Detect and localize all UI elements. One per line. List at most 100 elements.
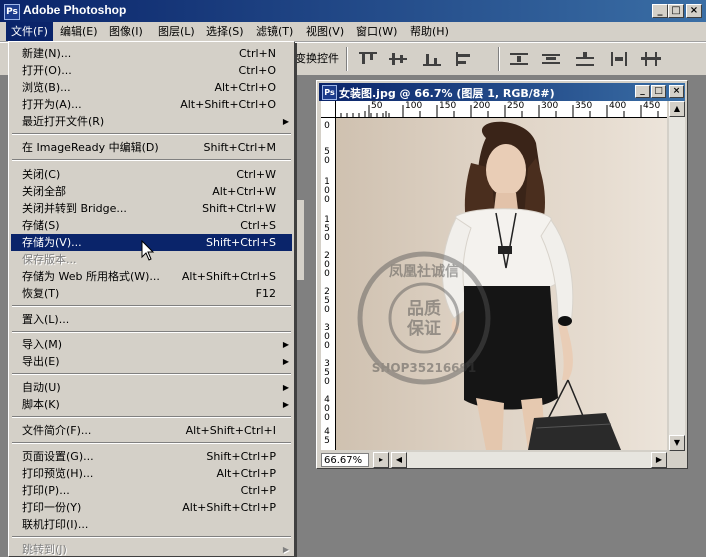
distribute-top-icon[interactable] [508,51,530,67]
ruler-tick-label: 400 [609,101,627,111]
submenu-arrow-icon: ▶ [282,357,289,366]
document-title-bar[interactable]: Ps 女装图.jpg @ 66.7% (图层 1, RGB/8#) _ □ × [319,83,685,101]
ruler-tick-label: 0 [324,121,330,131]
document-window[interactable]: Ps 女装图.jpg @ 66.7% (图层 1, RGB/8#) _ □ × … [316,80,688,469]
menu-item-export[interactable]: 导出(E) ▶ [11,353,292,370]
menu-item-import[interactable]: 导入(M) ▶ [11,336,292,353]
menu-item-label: 关闭并转到 Bridge... [22,202,127,215]
ruler-tick-label: 250 [507,101,525,111]
menu-view[interactable]: 视图(V) [301,22,349,41]
zoom-level-field[interactable]: 66.67% [321,453,369,467]
menu-filter[interactable]: 滤镜(T) [251,22,298,41]
menu-item-print-preview[interactable]: 打印预览(H)... Alt+Ctrl+P [11,465,292,482]
menu-item-label: 打印预览(H)... [22,467,94,480]
menu-item-automate[interactable]: 自动(U) ▶ [11,379,292,396]
submenu-arrow-icon: ▶ [282,545,289,554]
menu-window[interactable]: 窗口(W) [351,22,402,41]
menu-item-open-as[interactable]: 打开为(A)... Alt+Shift+Ctrl+O [11,96,292,113]
align-left-edges-icon[interactable] [454,51,476,67]
app-title: Adobe Photoshop [23,3,127,17]
menu-item-revert[interactable]: 恢复(T) F12 [11,285,292,302]
menu-file[interactable]: 文件(F) [6,22,53,41]
ruler-origin[interactable] [321,101,336,118]
menu-layer[interactable]: 图层(L) [153,22,200,41]
menu-image[interactable]: 图像(I) [104,22,148,41]
ruler-tick-label: 300 [541,101,559,111]
menu-bar: 文件(F) 编辑(E) 图像(I) 图层(L) 选择(S) 滤镜(T) 视图(V… [0,22,706,42]
status-menu-icon[interactable]: ▸ [373,452,389,468]
ruler-tick-label: 50 [371,101,383,111]
file-menu-dropdown: 新建(N)... Ctrl+N 打开(O)... Ctrl+O 浏览(B)... Al… [8,41,295,557]
watermark-seal: 品质 保证 凤凰社诚信 SHOP35216691 [357,251,491,385]
menu-separator [12,159,291,161]
maximize-button[interactable]: □ [668,4,684,18]
close-button[interactable]: × [686,4,702,18]
menu-item-edit-in-imageready[interactable]: 在 ImageReady 中编辑(D) Shift+Ctrl+M [11,139,292,156]
ruler-tick-label: 0 [324,195,330,205]
menu-item-open[interactable]: 打开(O)... Ctrl+O [11,62,292,79]
menu-item-new[interactable]: 新建(N)... Ctrl+N [11,45,292,62]
menu-item-close-all[interactable]: 关闭全部 Alt+Ctrl+W [11,183,292,200]
menu-item-scripts[interactable]: 脚本(K) ▶ [11,396,292,413]
menu-item-print-online[interactable]: 联机打印(I)... [11,516,292,533]
menu-item-browse[interactable]: 浏览(B)... Alt+Ctrl+O [11,79,292,96]
mouse-cursor-icon [141,240,155,261]
align-top-edges-icon[interactable] [357,51,379,67]
horizontal-scrollbar[interactable]: ◀ ▶ [391,452,667,468]
transform-controls-checkbox[interactable]: 变换控件 [291,49,343,69]
menu-item-label: 关闭(C) [22,168,61,181]
scroll-right-arrow-icon[interactable]: ▶ [651,452,667,468]
ruler-horizontal[interactable]: 50 100 150 200 250 300 350 400 450 [321,101,667,118]
distribute-horizontal-icon[interactable] [608,51,630,67]
ruler-tick-label: 350 [575,101,593,111]
menu-item-shortcut: Ctrl+N [238,47,276,60]
menu-item-label: 最近打开文件(R) [22,115,105,128]
minimize-button[interactable]: _ [652,4,668,18]
menu-item-file-info[interactable]: 文件简介(F)... Alt+Shift+Ctrl+I [11,422,292,439]
options-separator [498,47,500,71]
menu-item-label: 打印一份(Y) [22,501,82,514]
vertical-scrollbar[interactable]: ▲ ▼ [669,101,685,451]
menu-item-open-recent[interactable]: 最近打开文件(R) ▶ [11,113,292,130]
doc-maximize-button[interactable]: □ [651,85,666,98]
align-vertical-centers-icon[interactable] [387,51,409,67]
distribute-vertical-centers-icon[interactable] [540,51,562,67]
ruler-tick-label: 0 [324,233,330,243]
submenu-arrow-icon: ▶ [282,400,289,409]
ruler-vertical[interactable]: 0 5 0 1 0 0 1 5 0 2 0 0 2 5 0 3 0 0 3 5 … [321,118,336,450]
distribute-right-icon[interactable] [640,51,662,67]
menu-select[interactable]: 选择(S) [201,22,249,41]
distribute-bottom-icon[interactable] [574,51,596,67]
menu-item-label: 保存版本... [22,253,77,266]
menu-item-close-go-to-bridge[interactable]: 关闭并转到 Bridge... Shift+Ctrl+W [11,200,292,217]
menu-item-place[interactable]: 置入(L)... [11,311,292,328]
doc-close-button[interactable]: × [669,85,684,98]
menu-separator [12,373,291,375]
submenu-arrow-icon: ▶ [282,383,289,392]
menu-item-save[interactable]: 存储(S) Ctrl+S [11,217,292,234]
app-title-bar[interactable]: Ps Adobe Photoshop _ □ × [0,0,706,22]
menu-item-print[interactable]: 打印(P)... Ctrl+P [11,482,292,499]
scroll-up-arrow-icon[interactable]: ▲ [669,101,685,117]
menu-separator [12,442,291,444]
menu-item-save-for-web[interactable]: 存储为 Web 所用格式(W)... Alt+Shift+Ctrl+S [11,268,292,285]
menu-item-shortcut: Shift+Ctrl+P [206,450,276,463]
menu-item-label: 打印(P)... [22,484,70,497]
menu-item-print-one-copy[interactable]: 打印一份(Y) Alt+Shift+Ctrl+P [11,499,292,516]
align-bottom-edges-icon[interactable] [421,51,443,67]
image-canvas[interactable]: 品质 保证 凤凰社诚信 SHOP35216691 [336,118,667,450]
ruler-tick-label: 200 [473,101,491,111]
photoshop-icon: Ps [4,4,20,20]
doc-minimize-button[interactable]: _ [635,85,650,98]
menu-help[interactable]: 帮助(H) [405,22,454,41]
menu-item-shortcut: F12 [255,287,276,300]
menu-item-close[interactable]: 关闭(C) Ctrl+W [11,166,292,183]
menu-item-shortcut: Shift+Ctrl+S [206,236,276,249]
menu-item-label: 跳转到(J) [22,543,67,556]
menu-item-page-setup[interactable]: 页面设置(G)... Shift+Ctrl+P [11,448,292,465]
scroll-left-arrow-icon[interactable]: ◀ [391,452,407,468]
menu-item-label: 打开为(A)... [22,98,82,111]
menu-edit[interactable]: 编辑(E) [55,22,103,41]
scroll-down-arrow-icon[interactable]: ▼ [669,435,685,451]
ruler-tick-label: 0 [324,269,330,279]
